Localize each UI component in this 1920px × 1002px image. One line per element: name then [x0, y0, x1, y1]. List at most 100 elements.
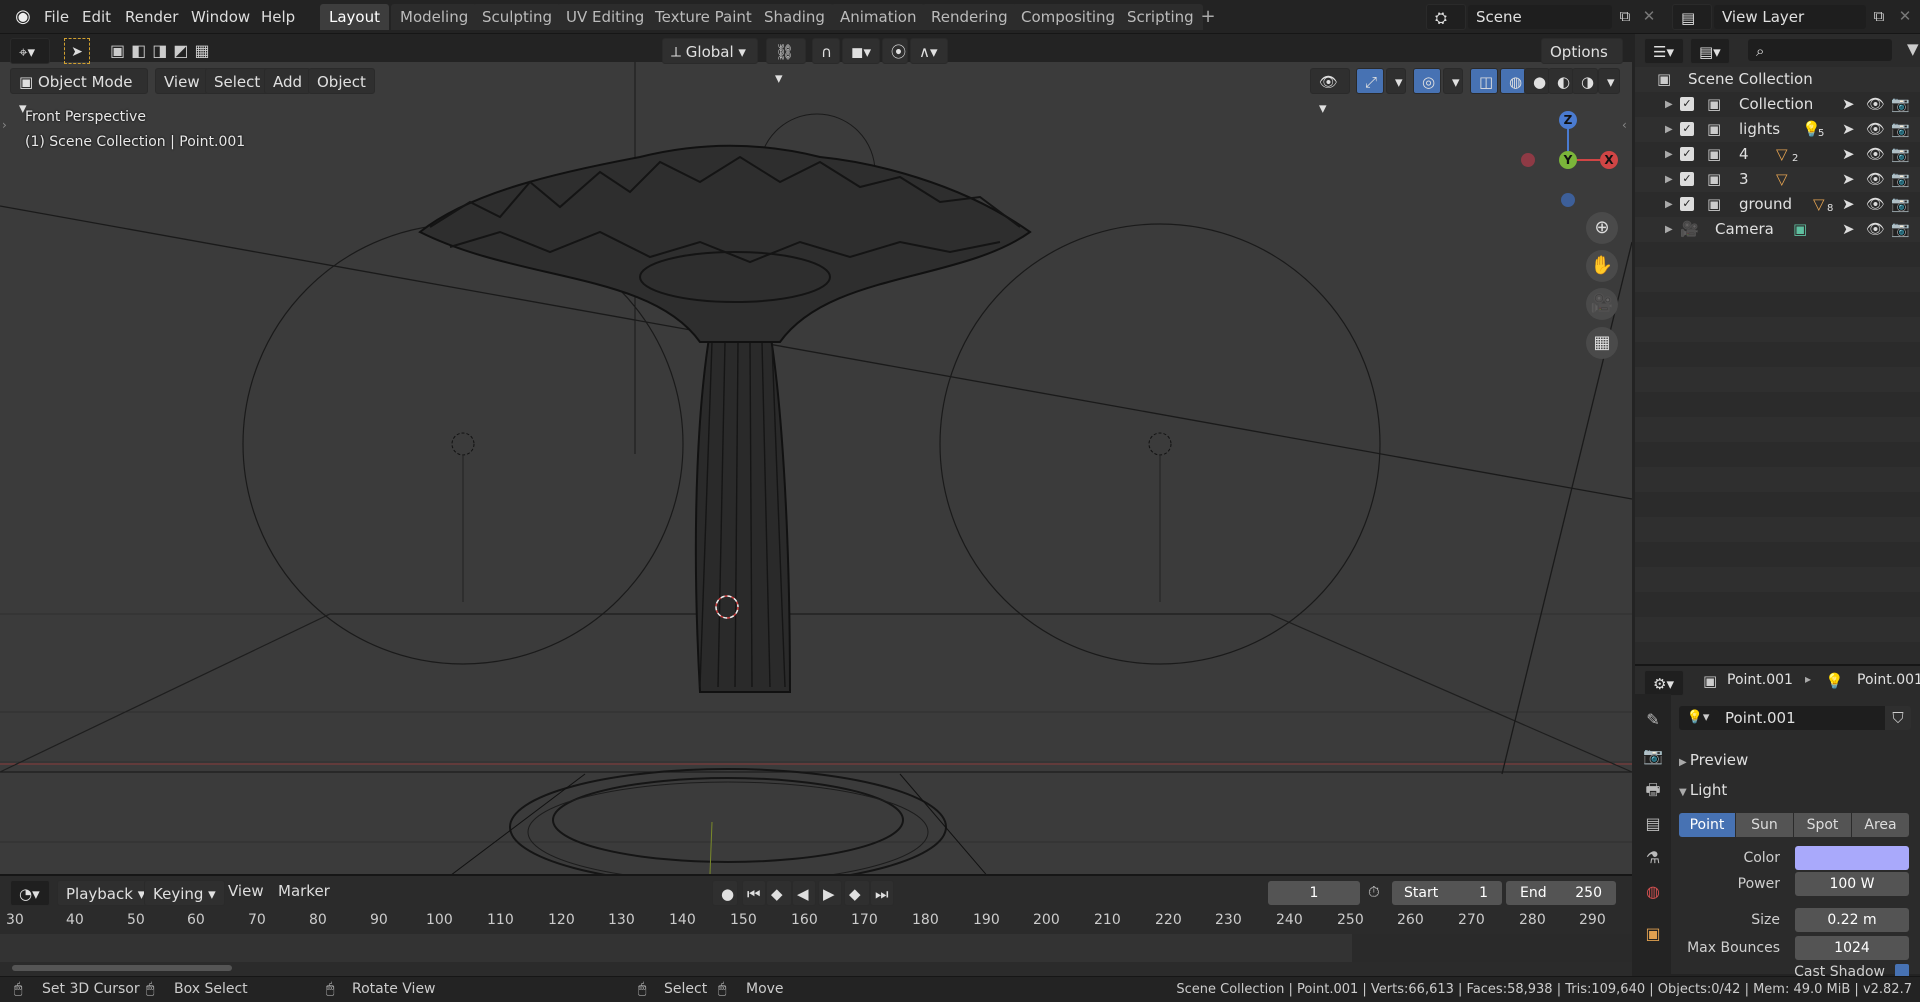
- play-reverse-icon[interactable]: ◀: [792, 880, 816, 906]
- select-arrow-icon[interactable]: ➤: [1842, 117, 1855, 142]
- shading-rendered-icon[interactable]: ◑: [1572, 68, 1598, 94]
- light-type-point[interactable]: Point: [1679, 813, 1735, 837]
- end-frame-field[interactable]: End 250: [1506, 881, 1616, 905]
- overlays-dropdown-icon[interactable]: ▾: [1443, 68, 1463, 94]
- eye-icon[interactable]: 👁: [1866, 167, 1885, 192]
- object-tab-icon[interactable]: ▣: [1639, 920, 1667, 948]
- 3d-viewport[interactable]: [0, 62, 1632, 874]
- jump-end-icon[interactable]: ⏭: [870, 880, 894, 906]
- datablock-name-field[interactable]: Point.001: [1717, 706, 1885, 730]
- next-keyframe-icon[interactable]: ◆: [844, 880, 870, 906]
- select-mode-icons[interactable]: ▣◧◨◩▦: [110, 38, 230, 64]
- light-type-spot[interactable]: Spot: [1794, 813, 1851, 837]
- view-layer-tab-icon[interactable]: ▤: [1639, 810, 1667, 838]
- outliner-editor-icon[interactable]: ☰▾: [1644, 38, 1684, 64]
- play-icon[interactable]: ▶: [818, 880, 842, 906]
- delete-view-layer-icon[interactable]: ✕: [1896, 7, 1914, 25]
- eye-icon[interactable]: 👁: [1866, 217, 1885, 242]
- outliner-row-collection[interactable]: ▶ ✓ ▣ Collection ➤ 👁 📷: [1635, 92, 1920, 117]
- select-arrow-icon[interactable]: ➤: [1842, 92, 1855, 117]
- filter-icon[interactable]: ▼: [1907, 40, 1919, 58]
- zoom-icon[interactable]: ⊕: [1586, 212, 1618, 244]
- eye-icon[interactable]: 👁: [1866, 142, 1885, 167]
- viewport-menu-select[interactable]: Select: [205, 68, 270, 94]
- xray-toggle-icon[interactable]: ◫: [1470, 68, 1498, 94]
- timeline-menu-playback[interactable]: Playback ▾: [57, 880, 155, 906]
- panel-preview-header[interactable]: ▶ Preview: [1679, 748, 1915, 772]
- tab-sculpting[interactable]: Sculpting: [473, 4, 562, 30]
- size-field[interactable]: 0.22 m: [1795, 908, 1909, 932]
- light-type-sun[interactable]: Sun: [1736, 813, 1793, 837]
- camera-render-icon[interactable]: 📷: [1891, 92, 1910, 117]
- light-color-swatch[interactable]: [1795, 846, 1909, 870]
- select-arrow-icon[interactable]: ➤: [1842, 142, 1855, 167]
- tab-shading[interactable]: Shading: [755, 4, 834, 30]
- camera-render-icon[interactable]: 📷: [1891, 167, 1910, 192]
- gizmo-toggle-icon[interactable]: ⤢: [1356, 68, 1384, 94]
- eye-icon[interactable]: 👁: [1866, 117, 1885, 142]
- transform-orientation-dropdown[interactable]: ⟂ Global ▾: [662, 38, 758, 64]
- pan-hand-icon[interactable]: ✋: [1586, 250, 1618, 282]
- scene-tab-icon[interactable]: ⚗: [1639, 844, 1667, 872]
- scene-selector-icon[interactable]: ⛭: [1426, 4, 1466, 30]
- tab-compositing[interactable]: Compositing: [1012, 4, 1125, 30]
- camera-render-icon[interactable]: 📷: [1891, 192, 1910, 217]
- camera-view-icon[interactable]: 🎥: [1586, 288, 1618, 320]
- shading-material-icon[interactable]: ◐: [1548, 68, 1574, 94]
- shading-solid-icon[interactable]: ●: [1524, 68, 1550, 94]
- viewport-menu-object[interactable]: Object: [308, 68, 375, 94]
- view-layer-selector-icon[interactable]: ▤: [1672, 4, 1712, 30]
- proportional-edit-icon[interactable]: ⦿: [882, 38, 908, 64]
- ortho-grid-icon[interactable]: ▦: [1586, 327, 1618, 359]
- pivot-point-icon[interactable]: ⛓▾: [766, 38, 806, 87]
- select-arrow-icon[interactable]: ➤: [1842, 167, 1855, 192]
- new-view-layer-icon[interactable]: ⧉: [1870, 7, 1888, 25]
- output-tab-icon[interactable]: 🖶: [1639, 776, 1667, 804]
- expand-arrow-icon[interactable]: ▶: [1665, 217, 1673, 242]
- timeline-editor-icon[interactable]: ◔▾: [10, 880, 50, 906]
- camera-render-icon[interactable]: 📷: [1891, 217, 1910, 242]
- exclude-checkbox[interactable]: ✓: [1680, 147, 1694, 161]
- gizmo-z-axis[interactable]: Z: [1559, 111, 1577, 129]
- stopwatch-icon[interactable]: ⏱: [1368, 883, 1380, 901]
- render-tab-icon[interactable]: 📷: [1639, 742, 1667, 770]
- shading-wireframe-icon[interactable]: ◍: [1500, 68, 1526, 94]
- jump-start-icon[interactable]: ⏮: [742, 880, 766, 906]
- record-keyframe-icon[interactable]: ●: [712, 880, 738, 906]
- timeline-ruler[interactable]: 30 40 50 60 70 80 90 100 110 120 130 140…: [0, 910, 1632, 934]
- tab-texture-paint[interactable]: Texture Paint: [646, 4, 761, 30]
- delete-scene-icon[interactable]: ✕: [1640, 7, 1658, 25]
- menu-edit[interactable]: Edit: [76, 5, 117, 29]
- scene-field[interactable]: Scene: [1468, 5, 1612, 29]
- tab-rendering[interactable]: Rendering: [922, 4, 1017, 30]
- editor-type-icon[interactable]: ⌖▾: [10, 38, 50, 64]
- gizmo-x-axis[interactable]: X: [1600, 151, 1618, 169]
- outliner-row-camera[interactable]: ▶ 🎥 Camera ▣ ➤ 👁 📷: [1635, 217, 1920, 242]
- expand-arrow-icon[interactable]: ▶: [1665, 92, 1673, 117]
- outliner-row-3[interactable]: ▶ ✓ ▣ 3 ▽ ➤ 👁 📷: [1635, 167, 1920, 192]
- snap-target-icon[interactable]: ◼▾: [842, 38, 880, 64]
- display-mode-icon[interactable]: ▤▾: [1690, 38, 1730, 64]
- menu-render[interactable]: Render: [119, 5, 184, 29]
- view-layer-field[interactable]: View Layer: [1714, 5, 1866, 29]
- outliner-row-4[interactable]: ▶ ✓ ▣ 4 ▽ 2 ➤ 👁 📷: [1635, 142, 1920, 167]
- camera-render-icon[interactable]: 📷: [1891, 117, 1910, 142]
- menu-help[interactable]: Help: [255, 5, 301, 29]
- viewport-menu-view[interactable]: View: [155, 68, 209, 94]
- exclude-checkbox[interactable]: ✓: [1680, 172, 1694, 186]
- tab-uv-editing[interactable]: UV Editing: [557, 4, 654, 30]
- fake-user-shield-icon[interactable]: ⛉: [1885, 706, 1911, 730]
- camera-render-icon[interactable]: 📷: [1891, 142, 1910, 167]
- timeline-menu-view[interactable]: View: [222, 879, 270, 903]
- tab-scripting[interactable]: Scripting: [1118, 4, 1203, 30]
- snap-toggle-icon[interactable]: ∩: [812, 38, 840, 64]
- breadcrumb-data[interactable]: Point.001: [1857, 672, 1920, 688]
- light-type-area[interactable]: Area: [1852, 813, 1909, 837]
- outliner-search-input[interactable]: ⌕: [1748, 39, 1892, 61]
- tab-animation[interactable]: Animation: [831, 4, 926, 30]
- datablock-type-icon[interactable]: 💡▾: [1679, 706, 1717, 730]
- expand-arrow-icon[interactable]: ▶: [1665, 167, 1673, 192]
- shading-dropdown-icon[interactable]: ▾: [1598, 68, 1620, 94]
- start-frame-field[interactable]: Start 1: [1392, 881, 1502, 905]
- visibility-filter-icon[interactable]: 👁▾: [1310, 68, 1350, 117]
